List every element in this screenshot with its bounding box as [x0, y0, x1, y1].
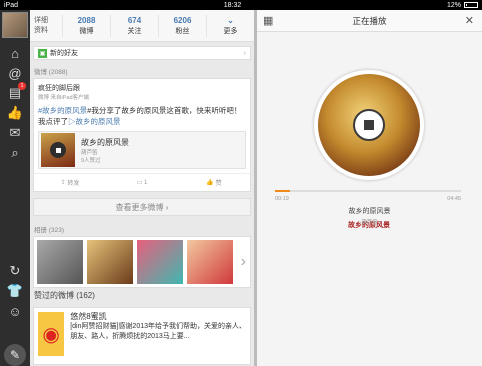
profile-stats: 详细 资料 2088 微博 674 关注 6206 粉丝 ⌄ 更多 [30, 10, 254, 42]
album-photo[interactable] [137, 240, 183, 284]
album-photo[interactable] [37, 240, 83, 284]
liked-text: [din阿赞招财猫]感谢2013年给予我们帮助，关爱的亲人、朋友、路人，折腾烦扰… [70, 323, 247, 340]
album-photo[interactable] [187, 240, 233, 284]
post-text: #故乡的原风景#我分享了故乡的原风景这首歌，快来听听吧！我点评了▷故乡的原风景 [38, 106, 242, 126]
music-likes: 9人赞过 [81, 157, 101, 164]
player-header: ▦ 正在播放 ✕ [257, 10, 482, 32]
stat-followers[interactable]: 6206 粉丝 [158, 14, 206, 37]
sidebar: ⌂ @ ▤ 1 👍 ✉ ⌕ ↻ 👕 ☺ ✎ [0, 10, 30, 366]
elapsed-time: 00:19 [275, 196, 289, 202]
liked-weibo-item[interactable]: ◉ 悠然8蜜凯 [din阿赞招财猫]感谢2013年给予我们帮助，关爱的亲人、朋友、… [33, 307, 251, 365]
music-artist: 葫芦笛 [81, 149, 98, 156]
close-icon[interactable]: ✕ [465, 14, 474, 27]
grid-icon[interactable]: ▦ [263, 14, 273, 27]
weibo-section-label: 微博 (2088) [34, 69, 68, 76]
liked-author: 悠然8蜜凯 [70, 312, 107, 321]
refresh-icon[interactable]: ↻ [6, 262, 24, 280]
more-weibo-button[interactable]: 查看更多微博 › [33, 198, 251, 216]
post-actions: ⇪ 转发 ▭ 1 👍 赞 [34, 173, 250, 191]
friends-icon: ▣ [38, 48, 47, 58]
compose-button[interactable]: ✎ [4, 344, 26, 366]
comment-icon[interactable]: ▤ 1 [6, 82, 26, 102]
repost-icon: ⇪ [60, 180, 68, 186]
progress-fill [275, 190, 290, 192]
album-disc: 故乡的原风景 [314, 70, 424, 229]
avatar[interactable] [2, 12, 28, 38]
progress-bar[interactable] [275, 190, 461, 192]
music-player: ▦ 正在播放 ✕ 故乡的原风景 00:19 04:45 故乡的原风景 葫芦笛 [257, 10, 482, 366]
settings-icon[interactable]: ☺ [6, 302, 24, 320]
stat-weibo[interactable]: 2088 微博 [62, 14, 110, 37]
status-bar: iPad 18:32 12% [0, 0, 482, 10]
music-thumbnail [41, 133, 75, 167]
search-icon[interactable]: ⌕ [6, 144, 24, 162]
post-hashtag[interactable]: #故乡的原风景 [38, 106, 87, 115]
music-card[interactable]: 故乡的原风景 葫芦笛 9人赞过 [38, 131, 246, 169]
device-label: iPad [4, 1, 19, 9]
liked-section-label: 赞过的微博 (162) [34, 291, 95, 300]
stop-button[interactable] [353, 109, 385, 141]
album-strip[interactable]: › [33, 236, 251, 288]
music-title: 故乡的原风景 [81, 137, 129, 147]
repost-button[interactable]: ⇪ 转发 [34, 174, 106, 191]
stat-more[interactable]: ⌄ 更多 [206, 14, 254, 37]
comment-button[interactable]: ▭ 1 [106, 174, 178, 191]
weibo-post[interactable]: 疯狂的脚后跟微博 来自iPad客户端 #故乡的原风景#我分享了故乡的原风景这首歌… [33, 78, 251, 192]
clock: 18:32 [223, 1, 242, 9]
mention-icon[interactable]: @ [6, 64, 24, 82]
like-icon[interactable]: 👍 [6, 104, 24, 122]
post-author[interactable]: 疯狂的脚后跟 [38, 83, 246, 93]
post-source: 微博 来自iPad客户端 [38, 95, 90, 101]
message-icon[interactable]: ✉ [6, 124, 24, 142]
profile-detail-link[interactable]: 详细 资料 [30, 16, 62, 36]
chevron-right-icon: › [240, 253, 246, 270]
weibo-logo-icon: ◉ [38, 312, 65, 356]
like-button[interactable]: 👍 赞 [178, 174, 250, 191]
album-photo[interactable] [87, 240, 133, 284]
theme-icon[interactable]: 👕 [6, 282, 24, 300]
chevron-down-icon: ⌄ [227, 15, 234, 25]
notification-badge: 1 [18, 82, 26, 90]
song-title: 故乡的原风景 [348, 208, 391, 215]
player-title: 正在播放 [352, 15, 387, 26]
home-icon[interactable]: ⌂ [6, 44, 24, 62]
album-section-label: 相册 (323) [34, 227, 64, 234]
chevron-right-icon: › [243, 49, 246, 57]
battery-icon [464, 2, 478, 8]
profile-feed: 详细 资料 2088 微博 674 关注 6206 粉丝 ⌄ 更多 ▣ 新的好友 › 微博… [30, 10, 254, 366]
comment-icon: ▭ [136, 180, 144, 186]
total-time: 04:45 [447, 196, 461, 202]
stat-following[interactable]: 674 关注 [110, 14, 158, 37]
post-music-link[interactable]: ▷故乡的原风景 [68, 117, 121, 126]
stop-icon[interactable] [50, 142, 66, 158]
song-artist: 葫芦笛 [361, 220, 378, 226]
battery-text: 12% [446, 1, 461, 9]
new-friends-row[interactable]: ▣ 新的好友 › [33, 46, 251, 60]
like-icon: 👍 [206, 180, 216, 186]
